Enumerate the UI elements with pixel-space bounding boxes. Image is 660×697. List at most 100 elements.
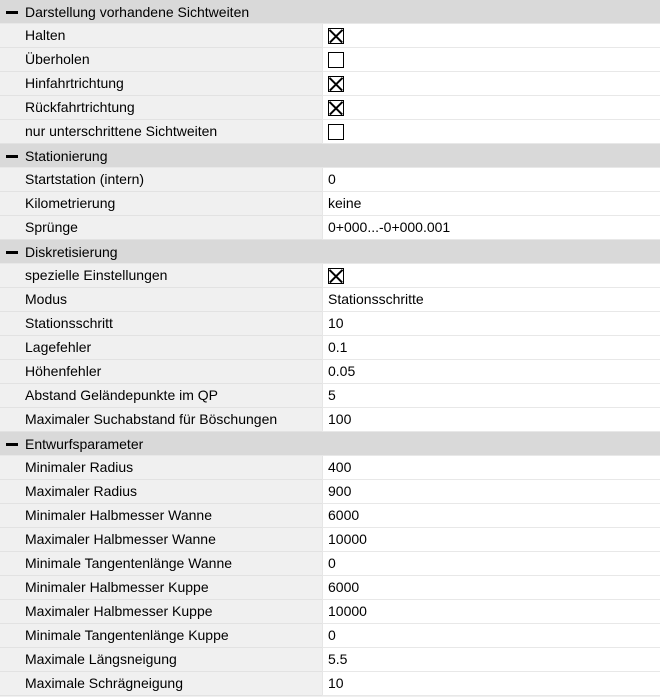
property-label: Minimaler Halbmesser Wanne [0,504,322,528]
property-value-cell[interactable]: 100 [322,408,660,432]
property-value-cell[interactable]: 10 [322,312,660,336]
property-row-maximaler-suchabstand-fuer-boeschungen[interactable]: Maximaler Suchabstand für Böschungen 100 [0,408,660,432]
property-row-maximaler-radius[interactable]: Maximaler Radius 900 [0,480,660,504]
property-row-lagefehler[interactable]: Lagefehler 0.1 [0,336,660,360]
checkbox-checked[interactable] [328,99,344,116]
property-value[interactable]: 0.05 [328,360,355,383]
property-value-cell[interactable] [322,264,660,288]
collapse-icon[interactable] [6,438,18,450]
property-value-cell[interactable] [322,120,660,144]
property-row-stationsschritt[interactable]: Stationsschritt 10 [0,312,660,336]
property-row-maximaler-halbmesser-kuppe[interactable]: Maximaler Halbmesser Kuppe 10000 [0,600,660,624]
property-row-halten[interactable]: Halten [0,24,660,48]
collapse-icon[interactable] [6,246,18,258]
property-value[interactable]: 100 [328,408,351,431]
property-value-cell[interactable]: 5.5 [322,648,660,672]
property-label: Maximaler Halbmesser Kuppe [0,600,322,624]
property-value-cell[interactable]: 0 [322,168,660,192]
property-value[interactable]: 10000 [328,600,367,623]
section-header-darstellung-vorhandene-sichtweiten[interactable]: Darstellung vorhandene Sichtweiten [0,0,660,24]
property-value[interactable]: 10 [328,672,344,695]
property-value-cell[interactable]: 0 [322,624,660,648]
property-value[interactable]: 5 [328,384,336,407]
section-header-diskretisierung[interactable]: Diskretisierung [0,240,660,264]
property-row-maximale-schraegneigung[interactable]: Maximale Schrägneigung 10 [0,672,660,696]
property-row-startstation-intern[interactable]: Startstation (intern) 0 [0,168,660,192]
property-value-cell[interactable]: keine [322,192,660,216]
property-value[interactable]: 10 [328,312,344,335]
property-value-cell[interactable]: 400 [322,456,660,480]
section-title: Entwurfsparameter [25,435,144,452]
property-row-modus[interactable]: Modus Stationsschritte [0,288,660,312]
property-value-cell[interactable]: 5 [322,384,660,408]
property-value[interactable]: 6000 [328,576,359,599]
property-label: Minimaler Halbmesser Kuppe [0,576,322,600]
property-row-spruenge[interactable]: Sprünge 0+000...-0+000.001 [0,216,660,240]
property-value-cell[interactable]: 10 [322,672,660,696]
property-label: Sprünge [0,216,322,240]
property-label: Überholen [0,48,322,72]
property-value-cell[interactable]: 0.1 [322,336,660,360]
property-value-cell[interactable] [322,48,660,72]
property-row-minimale-tangentenlaenge-kuppe[interactable]: Minimale Tangentenlänge Kuppe 0 [0,624,660,648]
checkbox-checked[interactable] [328,75,344,92]
property-row-spezielle-einstellungen[interactable]: spezielle Einstellungen [0,264,660,288]
property-value[interactable]: 6000 [328,504,359,527]
property-row-maximale-laengsneigung[interactable]: Maximale Längsneigung 5.5 [0,648,660,672]
property-row-abstand-gelaendepunkte-im-qp[interactable]: Abstand Geländepunkte im QP 5 [0,384,660,408]
section-header-entwurfsparameter[interactable]: Entwurfsparameter [0,432,660,456]
property-row-minimaler-halbmesser-wanne[interactable]: Minimaler Halbmesser Wanne 6000 [0,504,660,528]
property-value[interactable]: 0.1 [328,336,347,359]
property-label: spezielle Einstellungen [0,264,322,288]
property-row-kilometrierung[interactable]: Kilometrierung keine [0,192,660,216]
property-value-cell[interactable]: 0 [322,552,660,576]
property-value[interactable]: 900 [328,480,351,503]
property-value[interactable]: 0+000...-0+000.001 [328,216,450,239]
property-value-cell[interactable]: 10000 [322,600,660,624]
property-value[interactable]: Stationsschritte [328,288,424,311]
property-row-hinfahrtrichtung[interactable]: Hinfahrtrichtung [0,72,660,96]
property-value[interactable]: 10000 [328,528,367,551]
property-value-cell[interactable]: Stationsschritte [322,288,660,312]
property-label: Maximale Längsneigung [0,648,322,672]
property-row-hoehenfehler[interactable]: Höhenfehler 0.05 [0,360,660,384]
property-label: Höhenfehler [0,360,322,384]
collapse-icon[interactable] [6,6,18,18]
checkbox-checked[interactable] [328,27,344,44]
section-title: Diskretisierung [25,243,118,260]
property-value-cell[interactable]: 6000 [322,504,660,528]
property-value-cell[interactable]: 10000 [322,528,660,552]
property-value-cell[interactable] [322,24,660,48]
property-label: Minimale Tangentenlänge Kuppe [0,624,322,648]
collapse-icon[interactable] [6,150,18,162]
property-value-cell[interactable] [322,72,660,96]
property-row-nur-unterschrittene-sichtweiten[interactable]: nur unterschrittene Sichtweiten [0,120,660,144]
property-value[interactable]: 0 [328,624,336,647]
property-value[interactable]: 0 [328,552,336,575]
property-value[interactable]: 5.5 [328,648,347,671]
property-label: Stationsschritt [0,312,322,336]
property-row-minimaler-halbmesser-kuppe[interactable]: Minimaler Halbmesser Kuppe 6000 [0,576,660,600]
property-row-maximaler-halbmesser-wanne[interactable]: Maximaler Halbmesser Wanne 10000 [0,528,660,552]
checkbox-checked[interactable] [328,267,344,284]
property-label: Maximaler Suchabstand für Böschungen [0,408,322,432]
property-value-cell[interactable]: 0.05 [322,360,660,384]
section-title: Stationierung [25,147,108,164]
property-value-cell[interactable]: 900 [322,480,660,504]
property-value[interactable]: keine [328,192,361,215]
property-row-minimaler-radius[interactable]: Minimaler Radius 400 [0,456,660,480]
property-value[interactable]: 0 [328,168,336,191]
property-label: nur unterschrittene Sichtweiten [0,120,322,144]
section-title: Darstellung vorhandene Sichtweiten [25,3,250,20]
property-row-ueberholen[interactable]: Überholen [0,48,660,72]
checkbox-unchecked[interactable] [328,123,344,140]
section-header-stationierung[interactable]: Stationierung [0,144,660,168]
property-row-minimale-tangentenlaenge-wanne[interactable]: Minimale Tangentenlänge Wanne 0 [0,552,660,576]
property-value-cell[interactable]: 6000 [322,576,660,600]
checkbox-unchecked[interactable] [328,51,344,68]
property-row-rueckfahrtrichtung[interactable]: Rückfahrtrichtung [0,96,660,120]
property-value-cell[interactable]: 0+000...-0+000.001 [322,216,660,240]
property-label: Minimaler Radius [0,456,322,480]
property-value[interactable]: 400 [328,456,351,479]
property-value-cell[interactable] [322,96,660,120]
